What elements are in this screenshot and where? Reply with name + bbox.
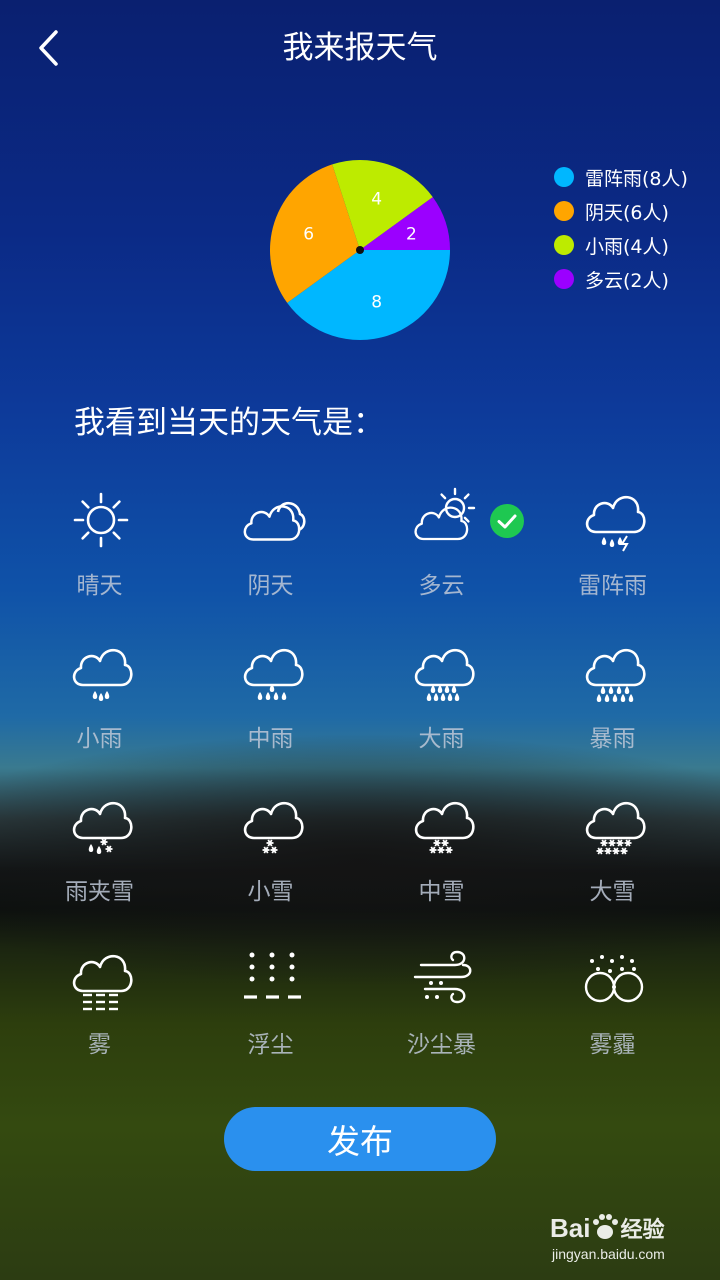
weather-option[interactable]: 中雪	[356, 788, 527, 938]
weather-option[interactable]: 雾	[14, 941, 185, 1091]
weather-option[interactable]: 小雪	[185, 788, 356, 938]
weather-option-label: 多云	[418, 573, 465, 599]
weather-option[interactable]: 晴天	[14, 482, 185, 632]
selected-check-icon	[490, 504, 524, 538]
legend-color-dot	[554, 167, 574, 187]
weather-option[interactable]: 沙尘暴	[356, 941, 527, 1091]
light-rain-icon	[72, 648, 133, 701]
legend-label: 多云(2人)	[585, 269, 669, 292]
overcast-icon	[243, 501, 306, 541]
legend-item: 小雨(4人)	[554, 228, 688, 262]
weather-option[interactable]: 浮尘	[185, 941, 356, 1091]
legend-item: 阴天(6人)	[554, 194, 688, 228]
paw-icon	[593, 1214, 619, 1239]
weather-option-label: 雾霾	[589, 1032, 636, 1058]
weather-option-label: 小雨	[76, 726, 123, 752]
watermark-brand: Bai	[550, 1213, 591, 1243]
sandstorm-icon	[413, 950, 472, 1004]
weather-option-label: 中雪	[418, 879, 465, 905]
weather-option[interactable]: 雾霾	[527, 941, 698, 1091]
weather-option-label: 中雨	[247, 726, 294, 752]
haze-icon	[584, 955, 644, 1003]
weather-option-label: 阴天	[247, 573, 294, 599]
partly-cloudy-icon	[414, 487, 476, 541]
weather-option[interactable]: 大雨	[356, 635, 527, 785]
sun-icon	[73, 492, 129, 548]
weather-option-label: 沙尘暴	[407, 1032, 476, 1058]
weather-option-label: 雷阵雨	[578, 573, 647, 599]
rainstorm-icon	[585, 648, 646, 702]
pie-center-dot	[356, 246, 364, 254]
weather-option-label: 大雨	[418, 726, 465, 752]
legend-label: 小雨(4人)	[585, 235, 669, 258]
weather-option-label: 小雪	[247, 879, 294, 905]
light-snow-icon	[243, 801, 304, 854]
legend-item: 多云(2人)	[554, 262, 688, 296]
legend-color-dot	[554, 269, 574, 289]
legend-label: 雷阵雨(8人)	[585, 167, 688, 190]
pie-chart: 8 6 4 2	[270, 160, 450, 341]
header: 我来报天气	[0, 0, 720, 100]
legend-item: 雷阵雨(8人)	[554, 160, 688, 194]
weather-option-label: 大雪	[589, 879, 636, 905]
weather-option[interactable]: 阴天	[185, 482, 356, 632]
moderate-snow-icon	[414, 801, 475, 854]
weather-option[interactable]: 雨夹雪	[14, 788, 185, 938]
pie-slice-value-label: 6	[303, 224, 314, 244]
heavy-rain-icon	[414, 648, 475, 701]
weather-option[interactable]: 小雨	[14, 635, 185, 785]
chart-legend: 雷阵雨(8人) 阴天(6人) 小雨(4人) 多云(2人)	[554, 160, 688, 296]
fog-icon	[72, 954, 133, 1011]
sleet-icon	[72, 801, 133, 854]
weather-option-label: 浮尘	[247, 1032, 294, 1058]
pie-slice-value-label: 8	[371, 292, 382, 312]
weather-option-label: 晴天	[76, 573, 123, 599]
page-title: 我来报天气	[282, 30, 438, 66]
legend-label: 阴天(6人)	[585, 201, 669, 224]
prompt-text: 我看到当天的天气是：	[74, 405, 384, 441]
weather-option-label: 暴雨	[589, 726, 636, 752]
pie-slice-value-label: 2	[406, 224, 417, 244]
watermark-url: jingyan.baidu.com	[552, 1246, 665, 1262]
weather-option[interactable]: 中雨	[185, 635, 356, 785]
moderate-rain-icon	[243, 648, 304, 700]
weather-option-label: 雾	[88, 1032, 111, 1058]
weather-option[interactable]: 暴雨	[527, 635, 698, 785]
weather-option-label: 雨夹雪	[65, 879, 134, 905]
baidu-jingyan-watermark: Bai 经验 jingyan.baidu.com	[550, 1212, 710, 1268]
floating-dust-icon	[244, 952, 301, 999]
publish-button[interactable]: 发布	[224, 1107, 496, 1171]
legend-color-dot	[554, 235, 574, 255]
heavy-snow-icon	[585, 801, 646, 855]
weather-option[interactable]: 雷阵雨	[527, 482, 698, 632]
pie-slice-value-label: 4	[371, 190, 382, 210]
legend-color-dot	[554, 201, 574, 221]
thunder-shower-icon	[585, 495, 646, 552]
weather-option[interactable]: 大雪	[527, 788, 698, 938]
watermark-brand-suffix: 经验	[620, 1217, 665, 1242]
